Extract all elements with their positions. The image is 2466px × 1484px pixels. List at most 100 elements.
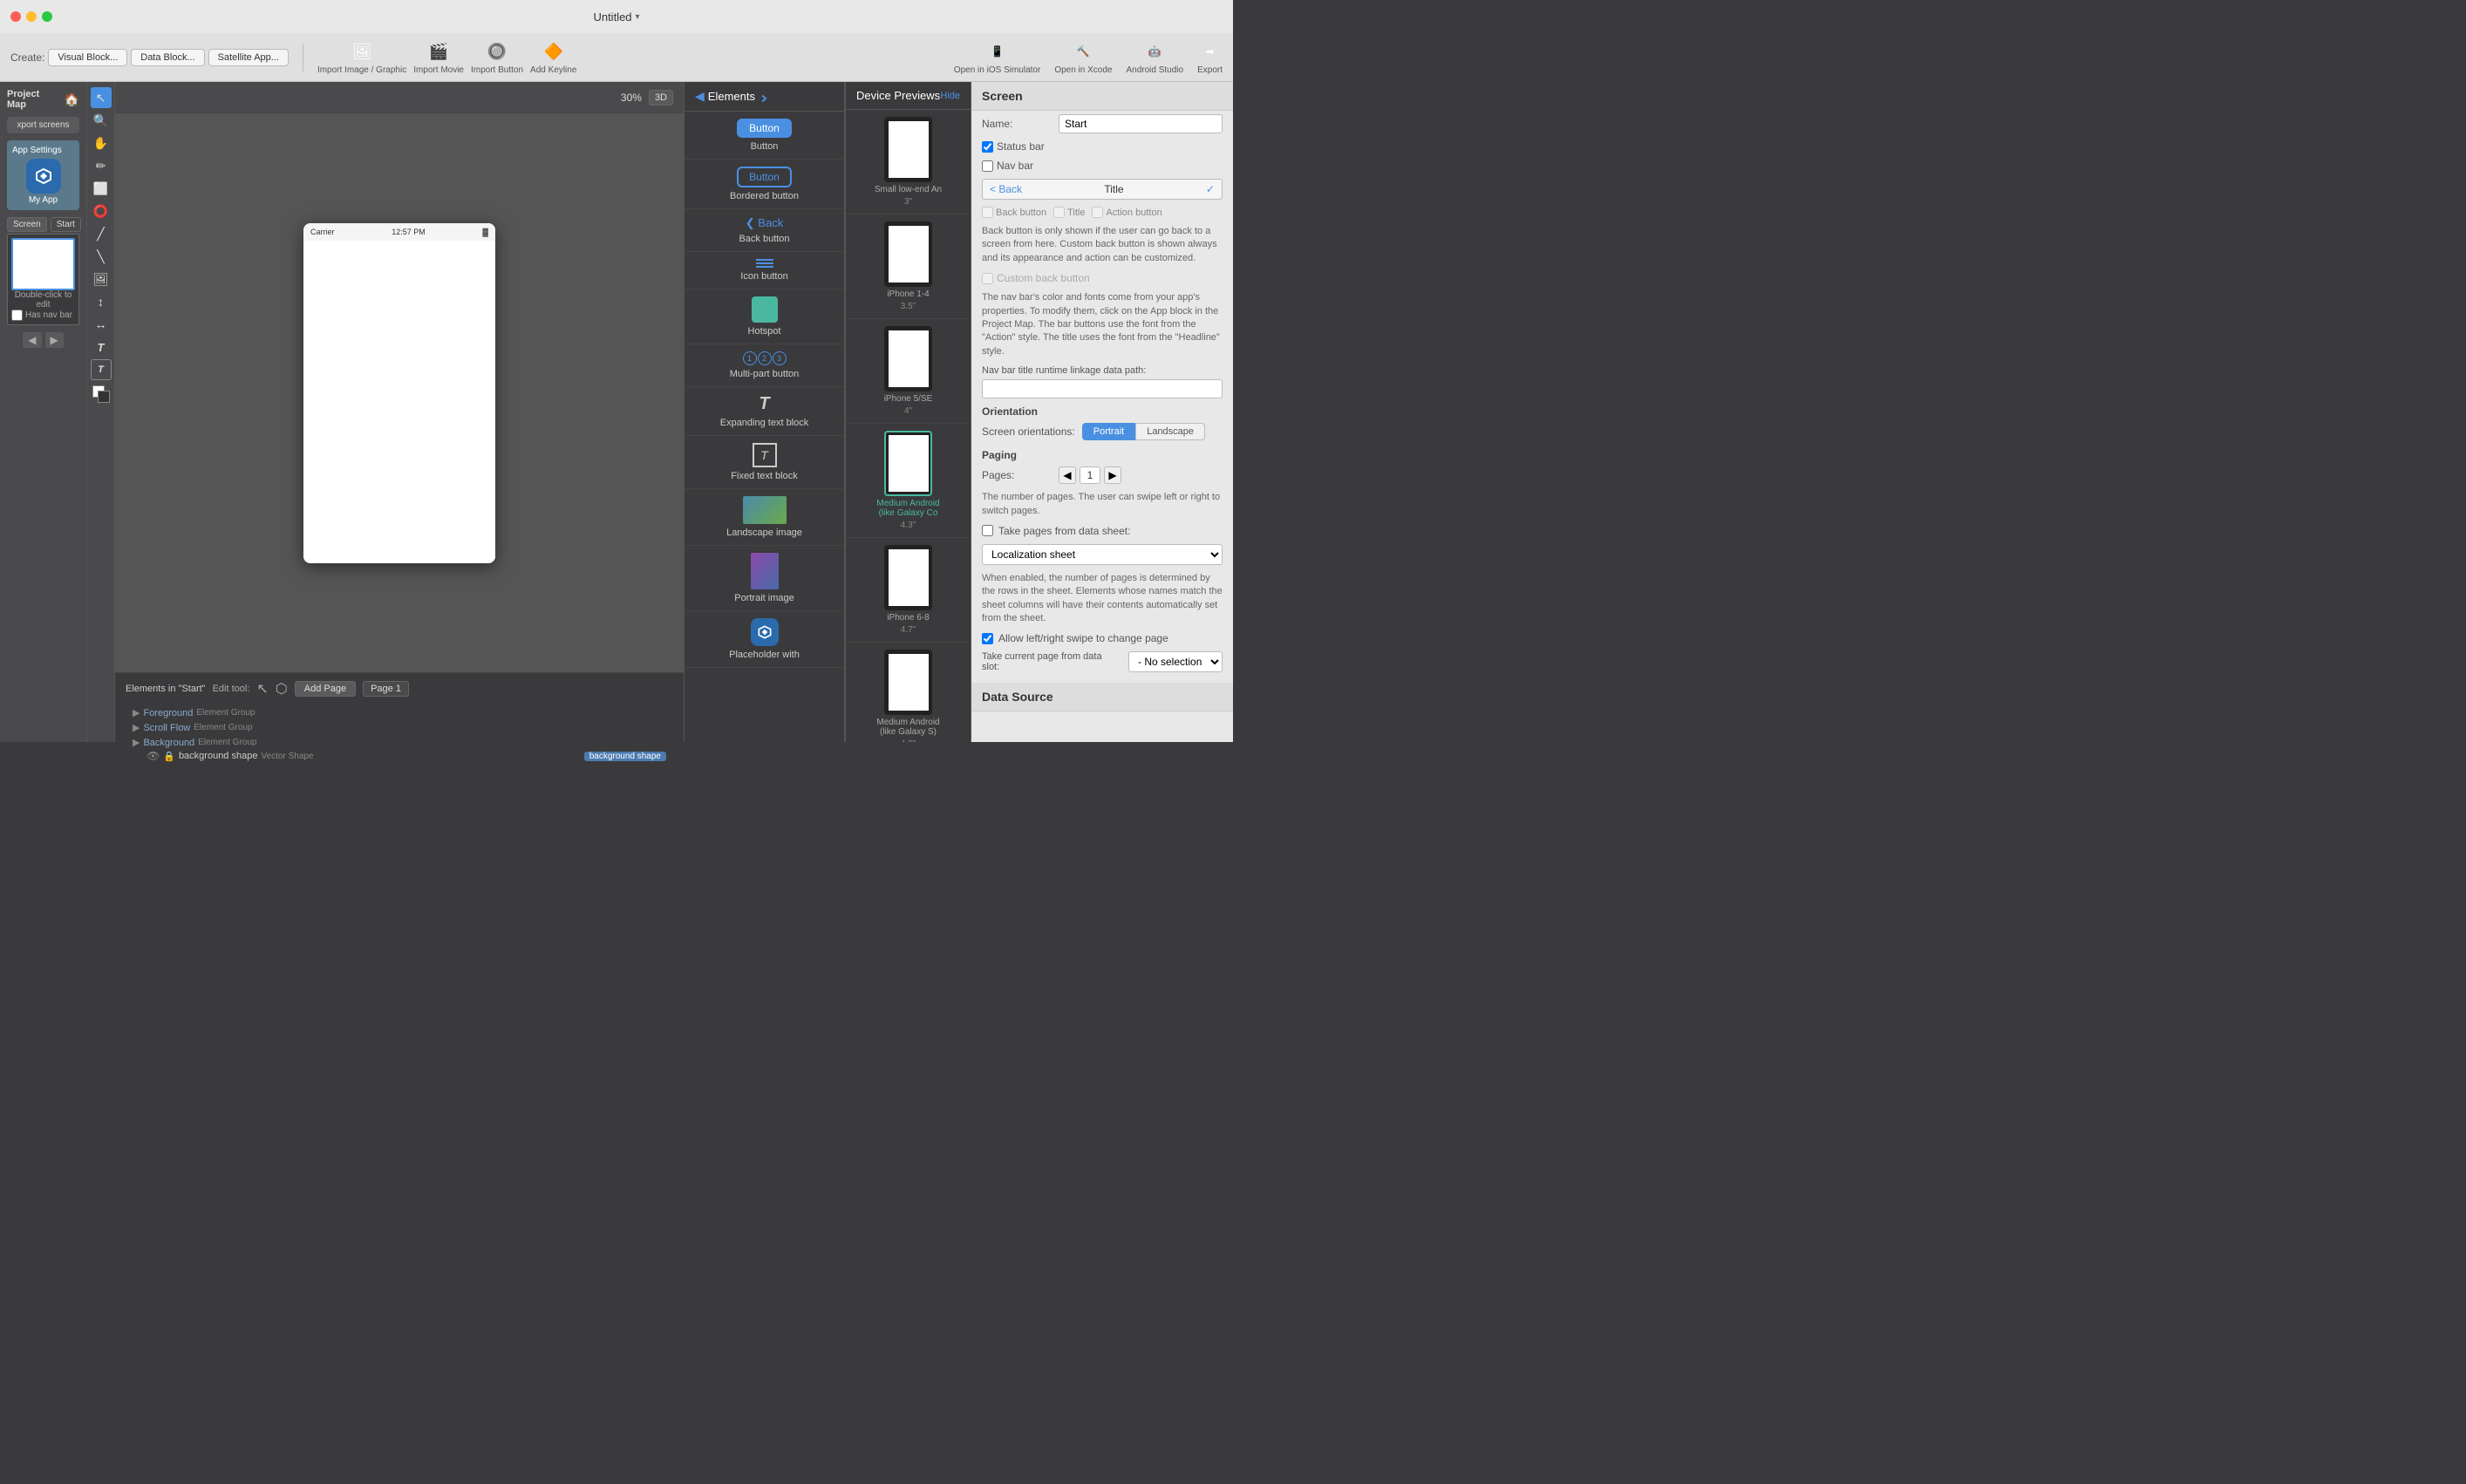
element-placeholder[interactable]: Placeholder with	[685, 611, 844, 668]
start-tab[interactable]: Start	[51, 217, 81, 232]
eye-icon[interactable]: 👁	[146, 750, 160, 762]
diagonal-tool[interactable]: ╲	[91, 246, 112, 267]
hide-button[interactable]: Hide	[940, 91, 960, 101]
status-bar-checkbox[interactable]	[982, 141, 993, 153]
edit-tool-select[interactable]: ↖	[256, 680, 268, 698]
take-pages-checkbox[interactable]	[982, 525, 993, 536]
screen-tab[interactable]: Screen	[7, 217, 47, 232]
has-nav-input[interactable]	[11, 310, 23, 321]
background-header[interactable]: ▶ Background Element Group	[133, 736, 666, 749]
pages-decrement[interactable]: ◀	[1059, 466, 1076, 484]
has-nav-checkbox[interactable]: Has nav bar	[11, 310, 75, 321]
elements-in-start: Elements in "Start" Edit tool: ↖ ⬡ Add P…	[126, 680, 673, 698]
status-bar-label: Status bar	[997, 140, 1045, 153]
scroll-flow-type: Element Group	[194, 723, 252, 732]
text-tool[interactable]: T	[91, 337, 112, 357]
ios-simulator-button[interactable]: 📱 Open in iOS Simulator	[954, 39, 1041, 75]
close-button[interactable]	[10, 11, 21, 22]
device-label-4: iPhone 6-8	[887, 613, 929, 623]
title-checkbox[interactable]	[1053, 207, 1065, 218]
sidebar-next-button[interactable]: ▶	[45, 332, 64, 348]
import-image-button[interactable]: 🖼 Import Image / Graphic	[317, 39, 406, 75]
element-icon-button[interactable]: Icon button	[685, 252, 844, 289]
rectangle-tool[interactable]: ⬜	[91, 178, 112, 199]
color-swatch[interactable]	[92, 385, 110, 403]
element-back-button[interactable]: ❮ Back Back button	[685, 209, 844, 252]
pen-tool[interactable]: ✏	[91, 155, 112, 176]
device-size-2: 4"	[904, 406, 912, 416]
localization-sheet-select[interactable]: Localization sheet	[982, 544, 1223, 565]
portrait-button[interactable]: Portrait	[1082, 423, 1135, 440]
visual-block-button[interactable]: Visual Block...	[48, 49, 127, 66]
name-input[interactable]	[1059, 114, 1223, 133]
element-multipart-button[interactable]: 123 Multi-part button	[685, 344, 844, 387]
import-movie-button[interactable]: 🎬 Import Movie	[413, 39, 464, 75]
select-tool[interactable]: ↖	[91, 87, 112, 108]
foreground-color	[98, 391, 110, 403]
element-hotspot[interactable]: Hotspot	[685, 289, 844, 344]
element-landscape-image[interactable]: Landscape image	[685, 489, 844, 546]
maximize-button[interactable]	[42, 11, 52, 22]
image-tool[interactable]: 🖼	[91, 269, 112, 289]
canvas-main[interactable]: Carrier 12:57 PM ▓	[115, 113, 684, 672]
sidebar-prev-button[interactable]: ◀	[23, 332, 41, 348]
hand-tool[interactable]: ✋	[91, 133, 112, 153]
device-medium-android[interactable]: Medium Android(like Galaxy Co 4.3"	[846, 424, 971, 538]
import-button-button[interactable]: 🔘 Import Button	[471, 39, 523, 75]
zoom-tool[interactable]: 🔍	[91, 110, 112, 131]
screen-edit-label: Double-click to edit	[11, 290, 75, 310]
element-fixed-text[interactable]: T Fixed text block	[685, 436, 844, 489]
screen-thumbnail[interactable]	[11, 238, 75, 290]
xcode-button[interactable]: 🔨 Open in Xcode	[1054, 39, 1112, 75]
pages-increment[interactable]: ▶	[1104, 466, 1121, 484]
background-type: Element Group	[198, 738, 256, 747]
back-button-checkbox[interactable]	[982, 207, 993, 218]
data-block-button[interactable]: Data Block...	[131, 49, 204, 66]
element-expanding-text[interactable]: T Expanding text block	[685, 387, 844, 436]
elements-back-button[interactable]: ◀	[695, 89, 705, 104]
device-iphone-1-4[interactable]: iPhone 1-4 3.5"	[846, 214, 971, 319]
device-iphone-6-8[interactable]: iPhone 6-8 4.7"	[846, 538, 971, 643]
export-screens-item[interactable]: xport screens	[7, 117, 79, 133]
multipart-visual: 123	[743, 351, 787, 365]
action-button-checkbox[interactable]	[1092, 207, 1103, 218]
satellite-app-button[interactable]: Satellite App...	[208, 49, 289, 66]
home-icon[interactable]: 🏠	[65, 92, 79, 107]
data-slot-select[interactable]: - No selection	[1128, 651, 1223, 672]
lock-icon[interactable]: 🔒	[163, 751, 175, 762]
bordered-button-preview: Button	[737, 167, 792, 187]
bg-shape-item[interactable]: 👁 🔒 background shape Vector Shape backgr…	[133, 749, 666, 763]
edit-tool-node[interactable]: ⬡	[276, 680, 288, 698]
title-dropdown-icon[interactable]: ▾	[636, 12, 640, 22]
foreground-name: Foreground	[143, 708, 193, 718]
button-preview: Button	[737, 119, 792, 138]
app-settings-item[interactable]: App Settings My App	[7, 140, 79, 210]
layer-tree: ▶ Foreground Element Group ▶ Scroll Flow…	[126, 703, 673, 768]
cursor-tool[interactable]: ↕	[91, 291, 112, 312]
nav-bar-checkbox[interactable]	[982, 160, 993, 172]
element-bordered-button[interactable]: Button Bordered button	[685, 160, 844, 209]
line-tool[interactable]: ╱	[91, 223, 112, 244]
device-small-low-end[interactable]: Small low-end An 3"	[846, 110, 971, 214]
element-portrait-image[interactable]: Portrait image	[685, 546, 844, 611]
view-3d-button[interactable]: 3D	[649, 90, 673, 106]
foreground-header[interactable]: ▶ Foreground Element Group	[133, 706, 666, 719]
element-button[interactable]: Button Button	[685, 112, 844, 160]
landscape-button[interactable]: Landscape	[1135, 423, 1205, 440]
device-medium-android-s[interactable]: Medium Android(like Galaxy S) 4.8"	[846, 643, 971, 742]
android-studio-button[interactable]: 🤖 Android Studio	[1126, 39, 1183, 75]
device-iphone-5-se[interactable]: iPhone 5/SE 4"	[846, 319, 971, 424]
export-button[interactable]: ➡ Export	[1197, 39, 1223, 75]
fixed-text-tool[interactable]: T	[91, 359, 112, 380]
nav-title-input[interactable]	[982, 379, 1223, 398]
add-page-button[interactable]: Add Page	[295, 681, 356, 697]
node-tool[interactable]: ↔	[91, 314, 112, 335]
add-keyline-label: Add Keyline	[530, 65, 576, 75]
add-keyline-button[interactable]: 🔶 Add Keyline	[530, 39, 576, 75]
custom-back-checkbox[interactable]	[982, 273, 993, 284]
hotspot-preview	[752, 296, 778, 323]
allow-swipe-checkbox[interactable]	[982, 633, 993, 644]
ellipse-tool[interactable]: ⭕	[91, 201, 112, 221]
minimize-button[interactable]	[26, 11, 37, 22]
scroll-flow-header[interactable]: ▶ Scroll Flow Element Group	[133, 721, 666, 734]
